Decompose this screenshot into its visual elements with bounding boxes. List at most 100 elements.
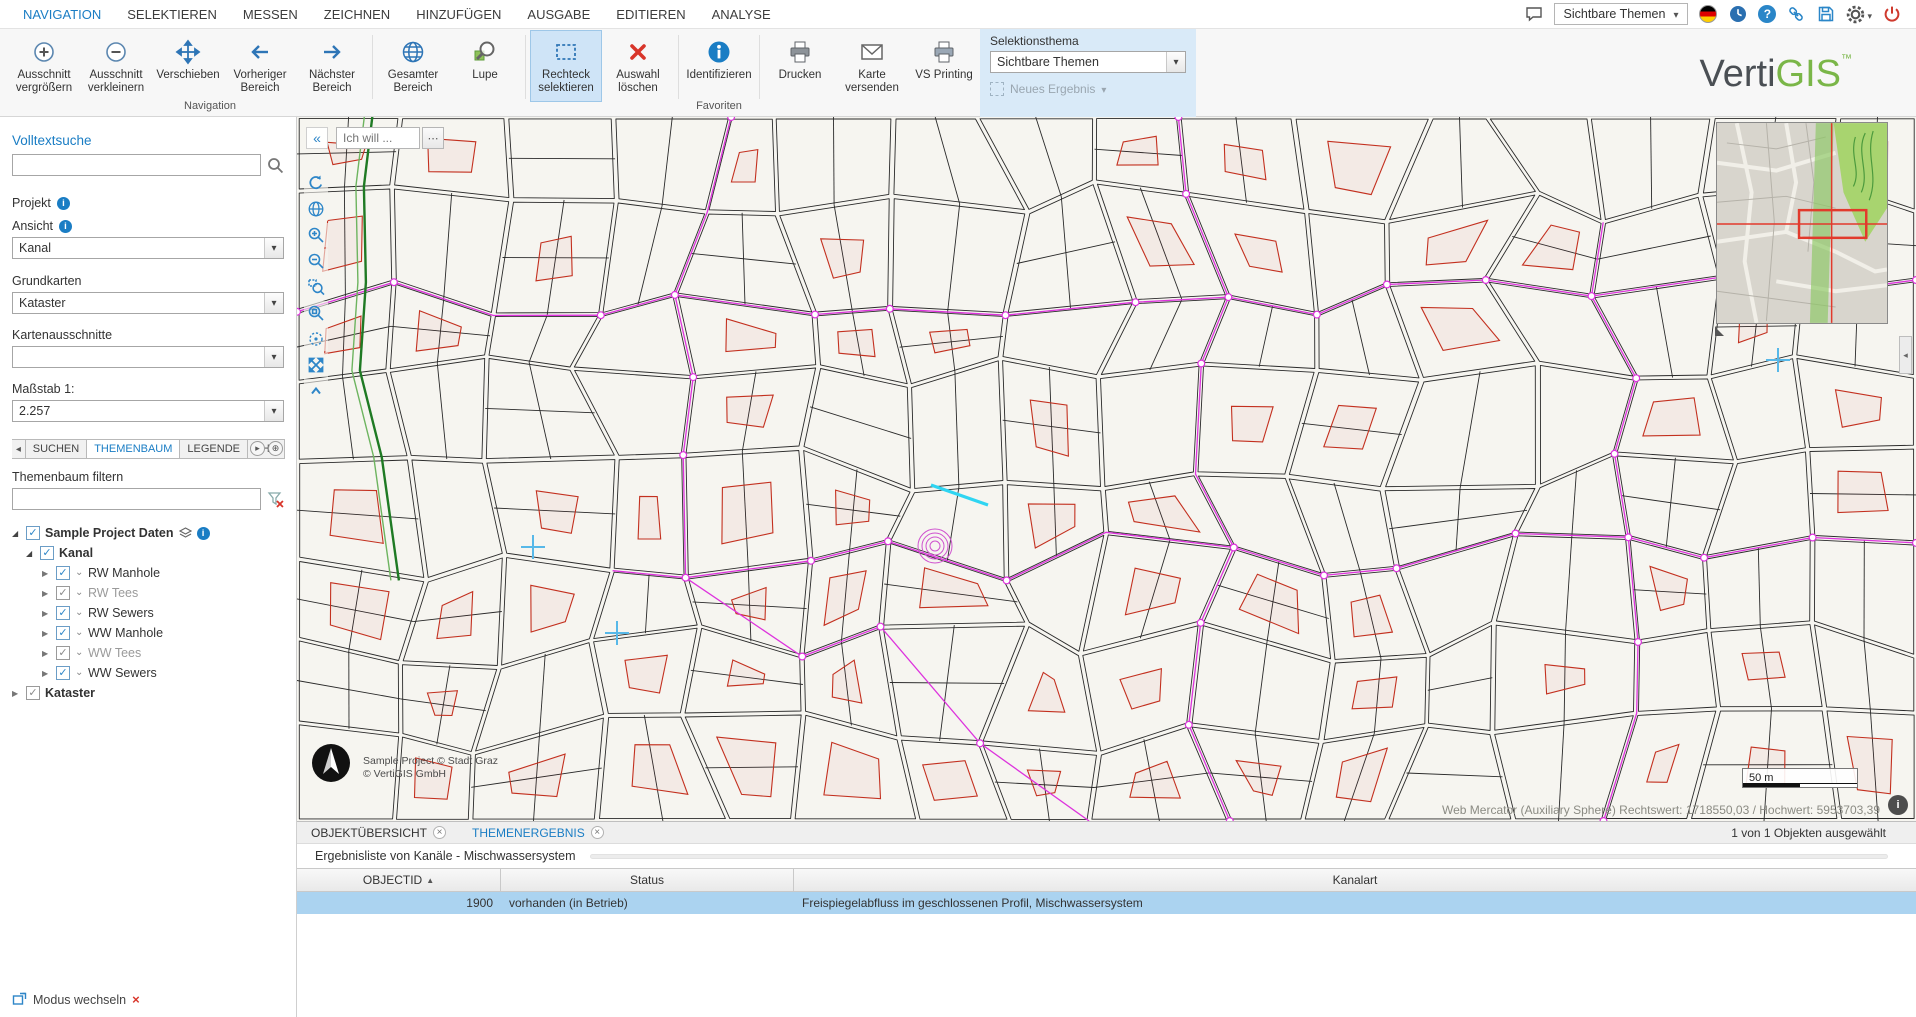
fulltext-search-input[interactable] bbox=[12, 154, 261, 176]
logout-power-icon[interactable] bbox=[1882, 4, 1902, 24]
tree-node-sample-project[interactable]: Sample Project Daten bbox=[12, 523, 284, 543]
chevron-down-icon[interactable] bbox=[75, 628, 83, 638]
chevron-down-icon[interactable] bbox=[1166, 52, 1185, 72]
table-row[interactable]: 1900 vorhanden (in Betrieb) Freispiegela… bbox=[297, 892, 1916, 914]
checkbox-checked[interactable] bbox=[56, 606, 70, 620]
checkbox-checked[interactable] bbox=[40, 546, 54, 560]
tab-legende[interactable]: LEGENDE bbox=[179, 439, 248, 459]
chevron-down-icon[interactable] bbox=[75, 588, 83, 598]
chevron-down-icon[interactable] bbox=[75, 568, 83, 578]
tab-navigation[interactable]: NAVIGATION bbox=[10, 0, 114, 29]
chevron-down-icon[interactable] bbox=[264, 238, 283, 258]
expander-icon[interactable] bbox=[42, 569, 51, 578]
fulltext-search-link[interactable]: Volltextsuche bbox=[12, 133, 284, 148]
tree-node-ww-sewers[interactable]: WW Sewers bbox=[12, 663, 284, 683]
previous-extent-button[interactable]: Vorheriger Bereich bbox=[224, 30, 296, 102]
close-icon[interactable] bbox=[591, 826, 604, 839]
tabs-scroll-left-button[interactable] bbox=[12, 439, 26, 459]
center-target-icon[interactable] bbox=[304, 327, 328, 351]
layers-icon[interactable] bbox=[179, 527, 192, 540]
close-icon[interactable] bbox=[433, 826, 446, 839]
chevron-down-icon[interactable] bbox=[75, 608, 83, 618]
scale-select[interactable]: 2.257 bbox=[12, 400, 284, 422]
tab-ausgabe[interactable]: AUSGABE bbox=[514, 0, 603, 29]
zoom-in-extent-button[interactable]: Ausschnitt vergrößern bbox=[8, 30, 80, 102]
tab-hinzufuegen[interactable]: HINZUFÜGEN bbox=[403, 0, 514, 29]
chevron-down-icon[interactable] bbox=[264, 293, 283, 313]
tree-node-kanal[interactable]: Kanal bbox=[12, 543, 284, 563]
search-icon[interactable] bbox=[267, 157, 284, 174]
zoom-out-icon[interactable] bbox=[304, 249, 328, 273]
send-map-button[interactable]: Karte versenden bbox=[836, 30, 908, 102]
vs-printing-button[interactable]: VS Printing bbox=[908, 30, 980, 102]
expander-icon[interactable] bbox=[42, 649, 51, 658]
view-select[interactable]: Kanal bbox=[12, 237, 284, 259]
filter-clear-icon[interactable] bbox=[267, 491, 284, 508]
map-viewport[interactable]: Sample Project © Stadt Graz © VertiGIS G… bbox=[297, 117, 1916, 821]
extent-select[interactable] bbox=[12, 346, 284, 368]
info-icon[interactable] bbox=[57, 197, 70, 210]
pan-button[interactable]: Verschieben bbox=[152, 30, 224, 102]
tree-node-kataster[interactable]: Kataster bbox=[12, 683, 284, 703]
checkbox-checked[interactable] bbox=[26, 526, 40, 540]
save-icon[interactable] bbox=[1816, 4, 1836, 24]
settings-gear-button[interactable] bbox=[1846, 5, 1872, 24]
expander-icon[interactable] bbox=[42, 629, 51, 638]
mode-switch-button[interactable]: Modus wechseln bbox=[12, 992, 140, 1007]
zoom-out-extent-button[interactable]: Ausschnitt verkleinern bbox=[80, 30, 152, 102]
info-icon[interactable] bbox=[197, 527, 210, 540]
tabs-scroll-right-button[interactable] bbox=[250, 441, 265, 456]
tabs-overflow-button[interactable] bbox=[268, 441, 283, 456]
tab-objektuebersicht[interactable]: OBJEKTÜBERSICHT bbox=[311, 822, 446, 843]
new-result-button[interactable]: Neues Ergebnis bbox=[990, 82, 1186, 96]
chevron-down-icon[interactable] bbox=[75, 648, 83, 658]
zoom-scale-icon[interactable] bbox=[304, 301, 328, 325]
expander-icon[interactable] bbox=[12, 529, 21, 538]
panel-expand-handle[interactable] bbox=[1899, 336, 1912, 374]
full-extent-arrows-icon[interactable] bbox=[304, 353, 328, 377]
clock-icon[interactable] bbox=[1728, 4, 1748, 24]
german-flag-icon[interactable] bbox=[1698, 4, 1718, 24]
column-header-status[interactable]: Status bbox=[501, 869, 794, 891]
full-extent-button[interactable]: Gesamter Bereich bbox=[377, 30, 449, 102]
tab-messen[interactable]: MESSEN bbox=[230, 0, 311, 29]
coordinates-info-button[interactable] bbox=[1888, 795, 1908, 815]
tree-node-ww-tees[interactable]: WW Tees bbox=[12, 643, 284, 663]
overview-resize-handle[interactable] bbox=[1715, 327, 1724, 336]
tab-suchen[interactable]: SUCHEN bbox=[25, 439, 87, 459]
overview-map[interactable] bbox=[1716, 122, 1888, 327]
print-button[interactable]: Drucken bbox=[764, 30, 836, 102]
magnifier-tool-button[interactable]: Lupe bbox=[449, 30, 521, 102]
tab-analyse[interactable]: ANALYSE bbox=[699, 0, 784, 29]
column-header-kanalart[interactable]: Kanalart bbox=[794, 869, 1916, 891]
expander-icon[interactable] bbox=[42, 669, 51, 678]
tree-node-rw-manhole[interactable]: RW Manhole bbox=[12, 563, 284, 583]
expander-icon[interactable] bbox=[12, 689, 21, 698]
identify-button[interactable]: Identifizieren bbox=[683, 30, 755, 102]
tab-themenergebnis[interactable]: THEMENERGEBNIS bbox=[472, 822, 604, 843]
link-icon[interactable] bbox=[1786, 4, 1806, 24]
globe-icon[interactable] bbox=[304, 197, 328, 221]
ich-will-menu-button[interactable] bbox=[422, 127, 444, 149]
checkbox-checked[interactable] bbox=[56, 646, 70, 660]
ich-will-input[interactable] bbox=[336, 127, 420, 149]
chevron-down-icon[interactable] bbox=[264, 347, 283, 367]
tree-node-ww-manhole[interactable]: WW Manhole bbox=[12, 623, 284, 643]
help-icon[interactable] bbox=[1758, 5, 1776, 23]
map-canvas[interactable] bbox=[297, 117, 1916, 821]
refresh-icon[interactable] bbox=[304, 171, 328, 195]
clear-selection-button[interactable]: Auswahl löschen bbox=[602, 30, 674, 102]
checkbox-checked[interactable] bbox=[56, 666, 70, 680]
visible-themes-dropdown[interactable]: Sichtbare Themen bbox=[1554, 3, 1689, 25]
next-extent-button[interactable]: Nächster Bereich bbox=[296, 30, 368, 102]
tree-node-rw-tees[interactable]: RW Tees bbox=[12, 583, 284, 603]
tab-selektieren[interactable]: SELEKTIEREN bbox=[114, 0, 230, 29]
tab-zeichnen[interactable]: ZEICHNEN bbox=[311, 0, 403, 29]
expander-icon[interactable] bbox=[26, 549, 35, 558]
selection-theme-select[interactable]: Sichtbare Themen bbox=[990, 51, 1186, 73]
expander-icon[interactable] bbox=[42, 589, 51, 598]
chevron-down-icon[interactable] bbox=[264, 401, 283, 421]
rectangle-select-button[interactable]: Rechteck selektieren bbox=[530, 30, 602, 102]
comment-icon[interactable] bbox=[1524, 4, 1544, 24]
tree-node-rw-sewers[interactable]: RW Sewers bbox=[12, 603, 284, 623]
